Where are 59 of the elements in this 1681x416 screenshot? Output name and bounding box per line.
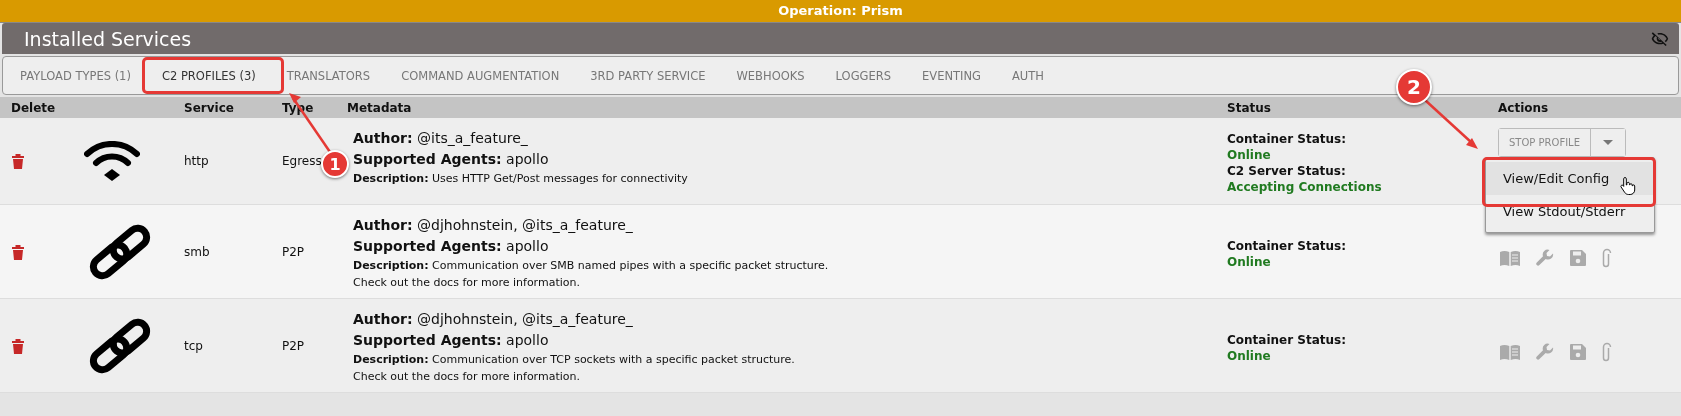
status-value: Online	[1227, 147, 1272, 163]
menu-item[interactable]: View/Edit Config	[1486, 162, 1654, 195]
column-header: Service	[184, 100, 235, 115]
tab[interactable]: EVENTING	[907, 60, 996, 91]
hand-cursor-icon	[1620, 176, 1636, 196]
service-type: P2P	[282, 244, 305, 259]
page-title: Installed Services	[24, 27, 192, 50]
status-label: Container Status:	[1227, 237, 1347, 254]
author-line: Author: @its_a_feature_	[353, 129, 529, 148]
book-icon[interactable]	[1500, 249, 1520, 266]
column-header: Status	[1227, 100, 1272, 115]
wrench-icon[interactable]	[1536, 342, 1554, 361]
trash-icon[interactable]	[11, 243, 25, 260]
trash-icon[interactable]	[11, 337, 25, 354]
status-value: Online	[1227, 253, 1272, 270]
status-value: Accepting Connections	[1227, 179, 1383, 195]
trash-icon[interactable]	[11, 153, 25, 169]
status-value: Online	[1227, 347, 1272, 364]
status-label: Container Status:	[1227, 131, 1347, 147]
status-label: Container Status:	[1227, 331, 1347, 348]
paperclip-icon[interactable]	[1602, 341, 1612, 362]
save-icon[interactable]	[1570, 249, 1586, 266]
description-line: Check out the docs for more information.	[353, 275, 581, 291]
book-icon[interactable]	[1500, 343, 1520, 360]
menu-item[interactable]: View Stdout/Stderr	[1486, 195, 1654, 228]
author-line: Author: @djhohnstein, @its_a_feature_	[353, 216, 634, 235]
tab[interactable]: PAYLOAD TYPES (1)	[5, 60, 146, 91]
agents-line: Supported Agents: apollo	[353, 150, 550, 169]
tab[interactable]: WEBHOOKS	[721, 60, 820, 91]
description-line: Check out the docs for more information.	[353, 369, 581, 385]
agents-line: Supported Agents: apollo	[353, 331, 550, 350]
caret-icon	[1603, 139, 1613, 146]
service-name: http	[184, 154, 209, 168]
description-line: Description: Uses HTTP Get/Post messages for connectivity	[353, 171, 689, 187]
tab[interactable]: AUTH	[997, 60, 1059, 91]
operation-banner: Operation: Prism	[0, 0, 1681, 23]
column-header: Delete	[11, 100, 57, 115]
description-line: Description: Communication over SMB named pipes with a specific packet structure.	[353, 258, 830, 274]
service-name: smb	[184, 244, 210, 259]
wrench-icon[interactable]	[1536, 248, 1554, 267]
column-header: Actions	[1498, 100, 1550, 115]
tab[interactable]: LOGGERS	[820, 60, 907, 91]
column-header: Metadata	[347, 100, 413, 115]
description-line: Description: Communication over TCP sockets with a specific packet structure.	[353, 352, 796, 368]
agents-line: Supported Agents: apollo	[353, 237, 550, 256]
tab[interactable]: COMMAND AUGMENTATION	[386, 60, 575, 91]
tab[interactable]: C2 PROFILES (3)	[146, 60, 271, 91]
service-type: Egress	[282, 154, 322, 168]
service-name: tcp	[184, 338, 203, 353]
tab[interactable]: 3RD PARTY SERVICE	[575, 60, 721, 91]
annotation-arrow	[1424, 99, 1478, 149]
author-line: Author: @djhohnstein, @its_a_feature_	[353, 310, 634, 329]
status-label: C2 Server Status:	[1227, 163, 1347, 179]
service-type: P2P	[282, 338, 305, 353]
wifi-icon	[84, 141, 140, 181]
tab[interactable]: TRANSLATORS	[271, 60, 386, 91]
save-icon[interactable]	[1570, 343, 1586, 360]
paperclip-icon[interactable]	[1602, 247, 1612, 268]
stop-profile-button[interactable]: STOP PROFILE	[1499, 129, 1591, 156]
